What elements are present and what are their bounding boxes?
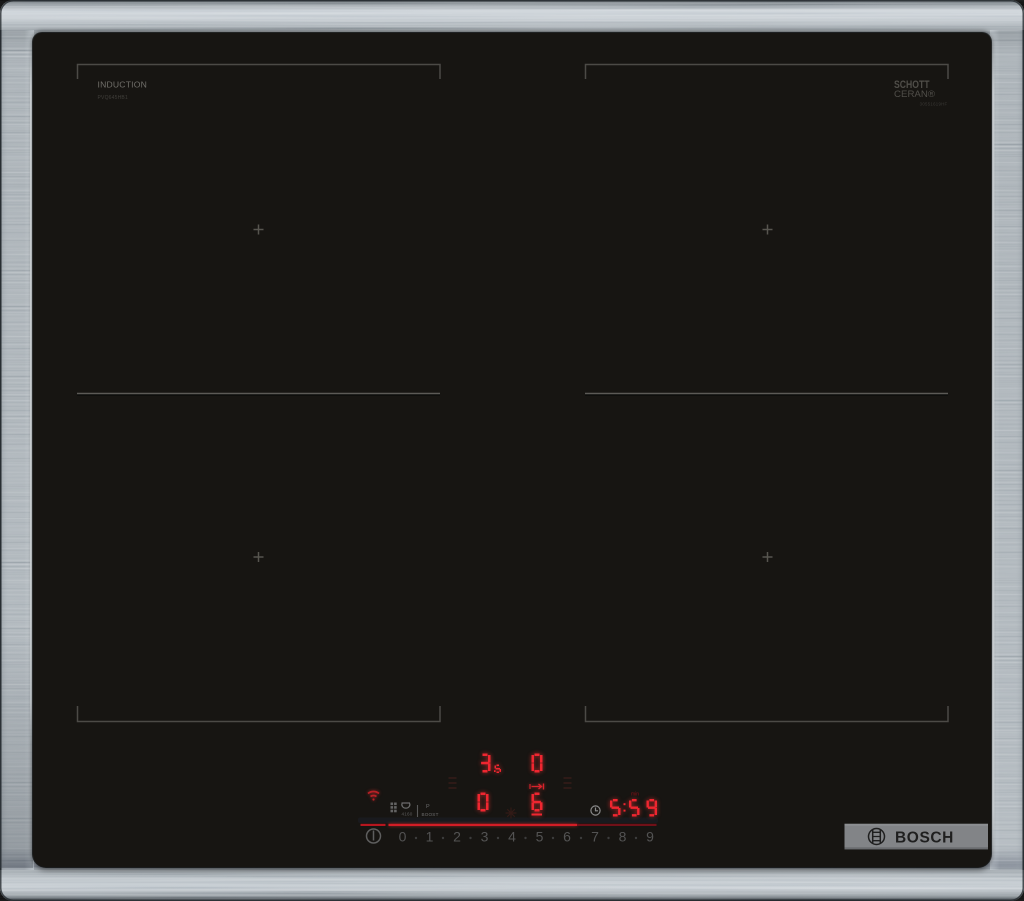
svg-text:P: P — [426, 804, 430, 810]
svg-text:2: 2 — [453, 829, 461, 845]
svg-text:4: 4 — [508, 829, 516, 845]
svg-text:BOOST: BOOST — [422, 812, 439, 817]
svg-text:6: 6 — [563, 829, 571, 845]
svg-text:4160: 4160 — [402, 812, 413, 817]
svg-text:7: 7 — [591, 829, 599, 845]
svg-text:1: 1 — [426, 829, 434, 845]
svg-text:8: 8 — [619, 829, 627, 845]
svg-text:min: min — [631, 792, 639, 798]
svg-text:0: 0 — [399, 829, 407, 845]
svg-text:5: 5 — [536, 829, 544, 845]
svg-text:9: 9 — [646, 829, 654, 845]
svg-text:BOSCH: BOSCH — [895, 830, 954, 847]
svg-text:3: 3 — [481, 829, 489, 845]
